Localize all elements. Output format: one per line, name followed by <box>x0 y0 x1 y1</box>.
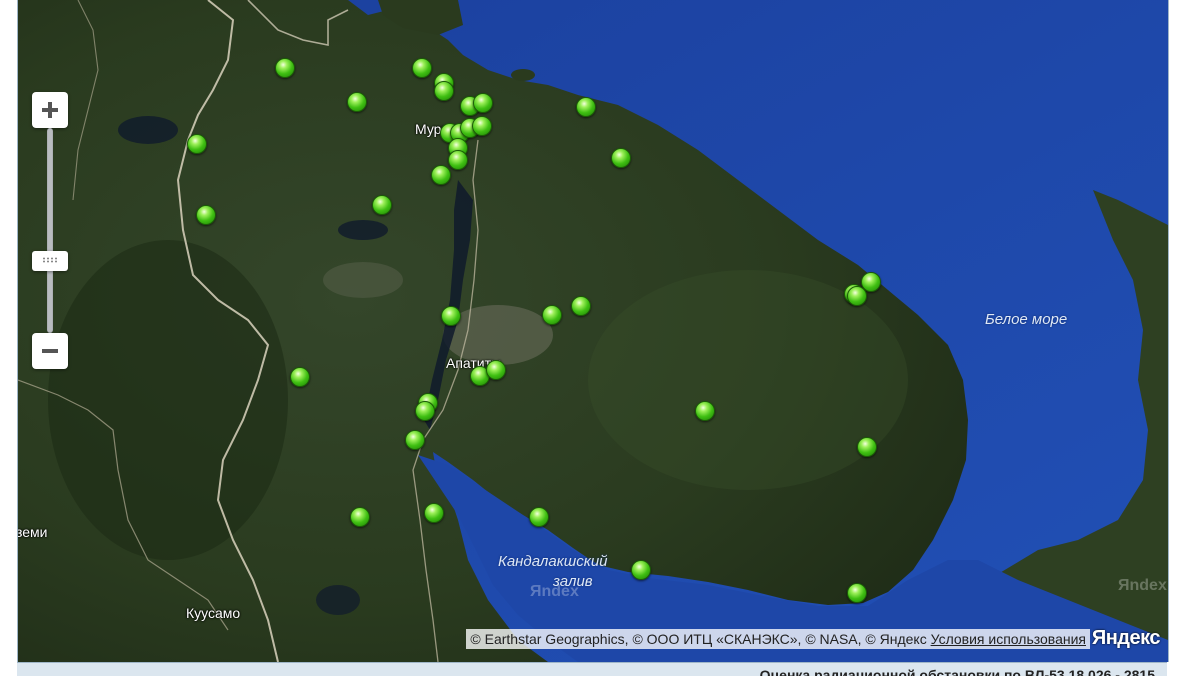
station-marker[interactable] <box>275 58 295 78</box>
darker-forest <box>48 240 288 560</box>
highland-west <box>323 262 403 298</box>
station-marker[interactable] <box>187 134 207 154</box>
station-marker[interactable] <box>847 286 867 306</box>
map-container[interactable]: Мурманск Апатиты Куусамо земи Белое море… <box>17 0 1169 662</box>
station-marker[interactable] <box>695 401 715 421</box>
lake-west <box>118 116 178 144</box>
station-marker[interactable] <box>611 148 631 168</box>
zoom-slider-handle[interactable] <box>32 251 68 271</box>
station-marker[interactable] <box>542 305 562 325</box>
station-marker[interactable] <box>372 195 392 215</box>
station-marker[interactable] <box>434 81 454 101</box>
watermark-yandex: Яndex <box>530 583 579 600</box>
map-attribution: © Earthstar Geographics, © ООО ИТЦ «СКАН… <box>466 629 1090 649</box>
label-kuusamo: Куусамо <box>186 605 241 621</box>
lake-center <box>338 220 388 240</box>
zoom-out-button[interactable] <box>32 333 68 369</box>
station-marker[interactable] <box>448 150 468 170</box>
station-marker[interactable] <box>405 430 425 450</box>
island-small <box>511 69 535 81</box>
station-marker[interactable] <box>290 367 310 387</box>
label-kandalaksha-1: Кандалакшский <box>498 553 608 570</box>
station-marker[interactable] <box>473 93 493 113</box>
attribution-text: © Earthstar Geographics, © ООО ИТЦ «СКАН… <box>470 631 927 647</box>
station-marker[interactable] <box>857 437 877 457</box>
yandex-logo[interactable]: Яндекс <box>1092 627 1161 650</box>
lake-south <box>316 585 360 615</box>
station-marker[interactable] <box>412 58 432 78</box>
station-marker[interactable] <box>424 503 444 523</box>
station-marker[interactable] <box>529 507 549 527</box>
station-marker[interactable] <box>431 165 451 185</box>
zoom-in-button[interactable] <box>32 92 68 128</box>
station-marker[interactable] <box>415 401 435 421</box>
station-marker[interactable] <box>631 560 651 580</box>
bottom-status-bar: Оценка радиационной обстановки по ВЛ-53 … <box>17 662 1167 676</box>
station-marker[interactable] <box>347 92 367 112</box>
station-marker[interactable] <box>847 583 867 603</box>
zoom-slider-track[interactable] <box>47 128 53 333</box>
station-marker[interactable] <box>350 507 370 527</box>
label-left-edge: земи <box>17 524 48 540</box>
plus-icon <box>42 102 58 118</box>
station-marker[interactable] <box>571 296 591 316</box>
station-marker[interactable] <box>486 360 506 380</box>
terms-of-use-link[interactable]: Условия использования <box>931 631 1086 647</box>
watermark-yandex: Яndex <box>1118 577 1167 594</box>
station-marker[interactable] <box>196 205 216 225</box>
station-marker[interactable] <box>576 97 596 117</box>
station-marker[interactable] <box>472 116 492 136</box>
minus-icon <box>42 349 58 353</box>
station-marker[interactable] <box>441 306 461 326</box>
label-white-sea: Белое море <box>985 311 1068 328</box>
